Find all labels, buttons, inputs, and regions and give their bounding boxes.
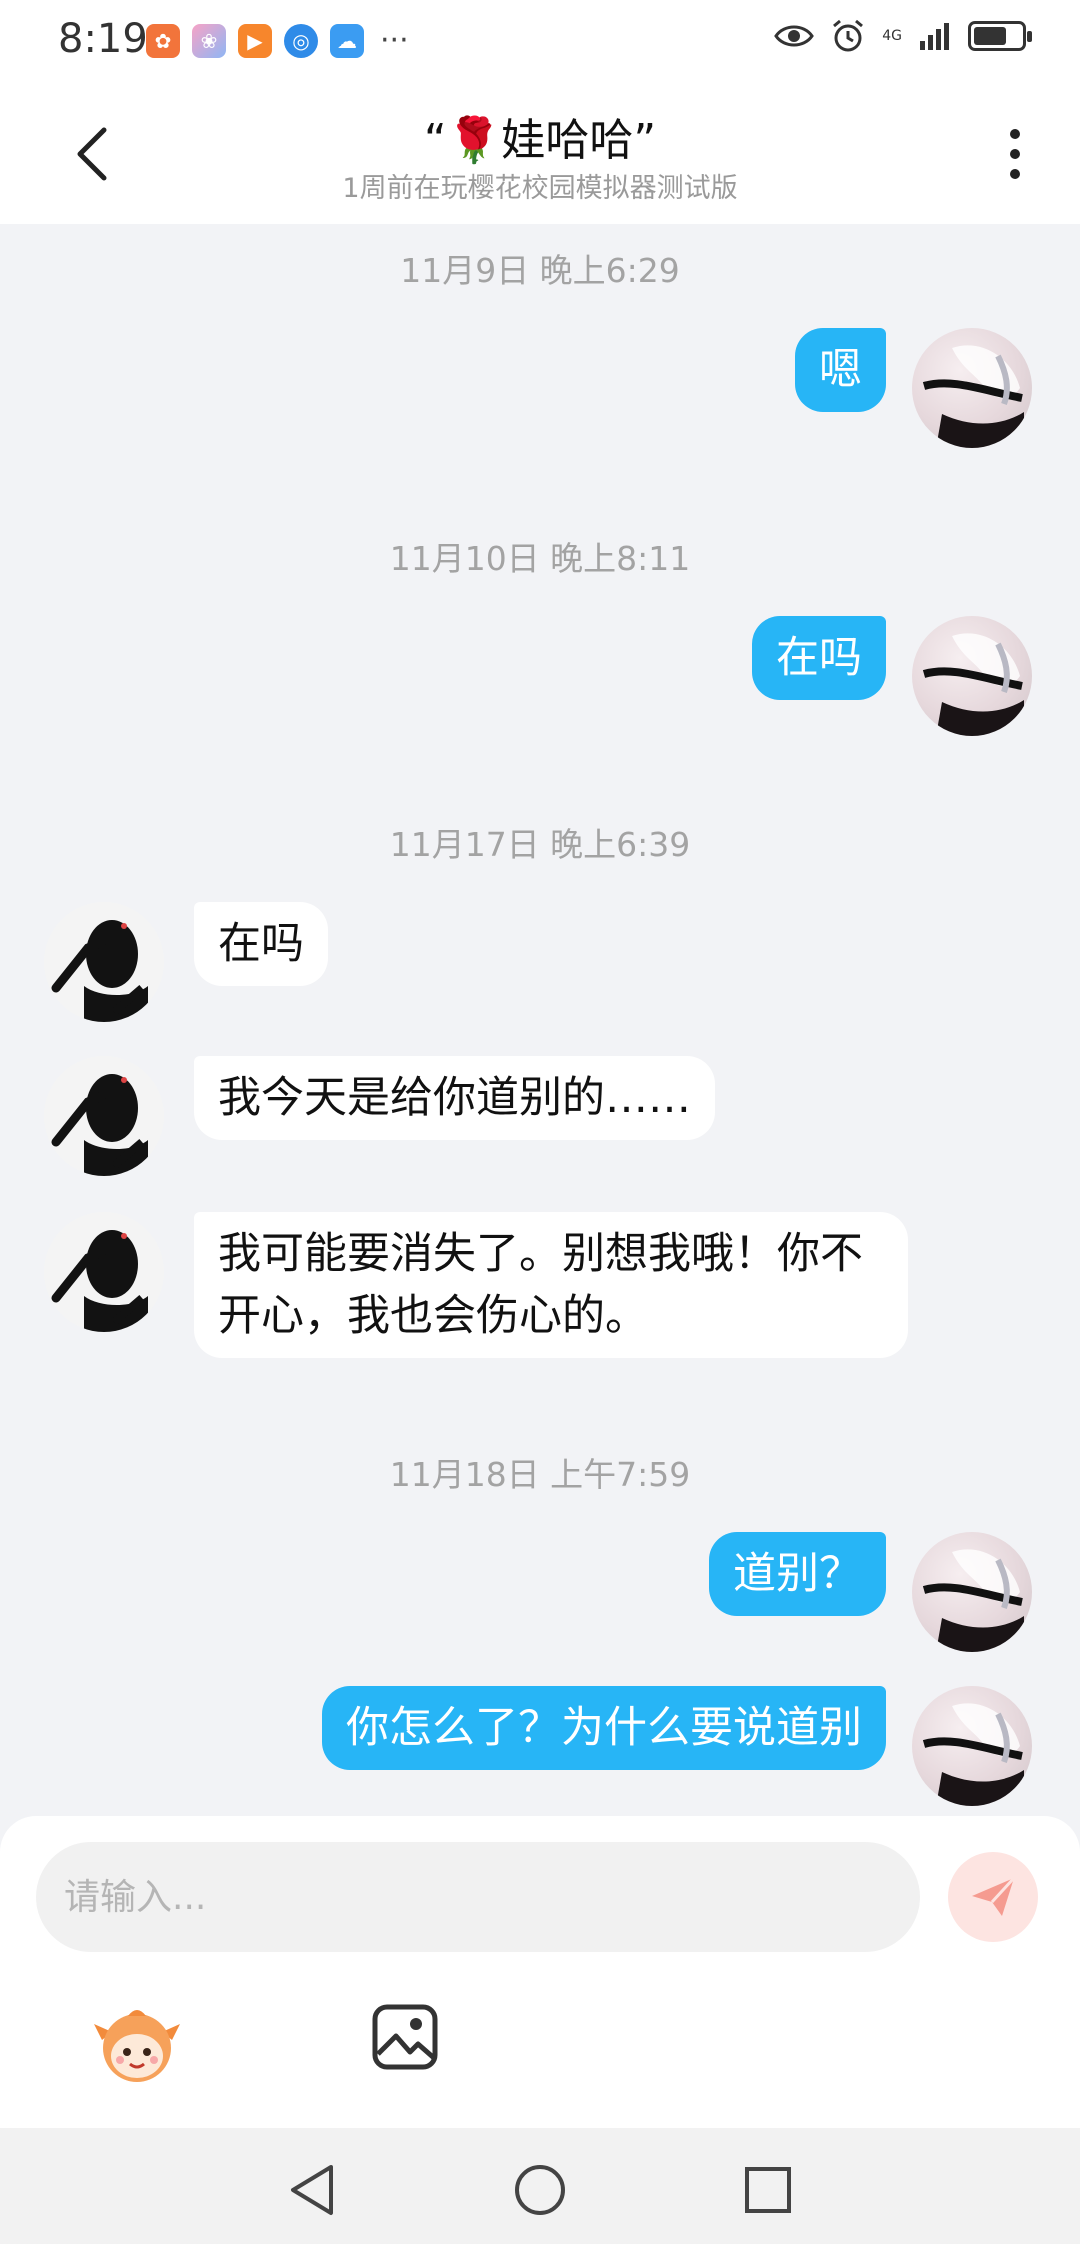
message-bubble-sent[interactable]: 道别？ xyxy=(709,1532,886,1616)
avatar-self-image xyxy=(922,1703,1024,1806)
avatar-other-image xyxy=(51,920,148,1022)
square-recents-icon xyxy=(745,2167,791,2213)
avatar-self-image xyxy=(922,1549,1024,1652)
circle-home-icon xyxy=(515,2165,565,2215)
mascot-sticker-icon xyxy=(94,2010,180,2082)
more-dot-icon xyxy=(1010,169,1020,179)
status-time: 8:19 xyxy=(58,16,148,62)
nav-recents-button[interactable] xyxy=(740,2162,796,2218)
flower-icon: ❀ xyxy=(192,24,226,58)
more-dot-icon xyxy=(1010,129,1020,139)
more-dot-icon xyxy=(1010,149,1020,159)
chat-header: “🌹娃哈哈” 1周前在玩樱花校园模拟器测试版 xyxy=(0,80,1080,224)
triangle-back-icon xyxy=(291,2165,333,2215)
signal-icon xyxy=(920,23,949,50)
message-bubble-sent[interactable]: 你怎么了？为什么要说道别 xyxy=(322,1686,886,1770)
browser-icon: ◎ xyxy=(284,24,318,58)
status-right: 4G xyxy=(774,18,1032,54)
app-icon-orange-icon: ✿ xyxy=(146,24,180,58)
avatar-other[interactable] xyxy=(44,902,164,1022)
sticker-button[interactable] xyxy=(92,2000,182,2090)
message-timestamp: 11月10日 晚上8:11 xyxy=(389,539,691,578)
eye-icon xyxy=(774,25,815,47)
image-icon xyxy=(372,2004,438,2070)
system-nav-bar xyxy=(0,2128,1080,2244)
avatar-other-image xyxy=(51,1230,148,1332)
send-button[interactable] xyxy=(948,1852,1038,1942)
message-bubble-received[interactable]: 我今天是给你道别的…… xyxy=(194,1056,715,1140)
more-options-button[interactable] xyxy=(990,118,1040,190)
avatar-other[interactable] xyxy=(44,1056,164,1176)
status-bar: 8:19 ✿ ❀ ▶ ◎ ☁ ··· 4G xyxy=(0,0,1080,80)
notification-icons: ✿ ❀ ▶ ◎ ☁ ··· xyxy=(146,24,409,58)
network-label: 4G xyxy=(882,28,902,44)
avatar-self-image xyxy=(922,633,1024,736)
avatar-self[interactable] xyxy=(912,328,1032,448)
send-icon xyxy=(972,1876,1016,1916)
message-input[interactable] xyxy=(36,1842,920,1952)
message-bubble-sent[interactable]: 嗯 xyxy=(795,328,886,412)
message-bubble-received[interactable]: 我可能要消失了。别想我哦！你不开心，我也会伤心的。 xyxy=(194,1212,908,1358)
play-icon: ▶ xyxy=(238,24,272,58)
alarm-icon xyxy=(833,19,864,52)
avatar-self-image xyxy=(922,345,1024,448)
image-button[interactable] xyxy=(370,2002,440,2072)
message-list[interactable]: 11月9日 晚上6:29 嗯 11月10日 晚上8:11 在吗 11月17日 晚… xyxy=(0,224,1080,1816)
avatar-other[interactable] xyxy=(44,1212,164,1332)
avatar-self[interactable] xyxy=(912,616,1032,736)
cloud-icon: ☁ xyxy=(330,24,364,58)
avatar-self[interactable] xyxy=(912,1532,1032,1652)
message-timestamp: 11月9日 晚上6:29 xyxy=(400,251,680,290)
nav-back-button[interactable] xyxy=(284,2162,340,2218)
message-timestamp: 11月17日 晚上6:39 xyxy=(389,825,691,864)
battery-fill xyxy=(974,27,1007,45)
message-bubble-received[interactable]: 在吗 xyxy=(194,902,328,986)
battery-icon xyxy=(968,21,1032,51)
avatar-other-image xyxy=(51,1074,148,1176)
message-timestamp: 11月18日 上午7:59 xyxy=(389,1455,691,1494)
avatar-self[interactable] xyxy=(912,1686,1032,1806)
more-notifications: ··· xyxy=(380,23,409,58)
message-bubble-sent[interactable]: 在吗 xyxy=(752,616,886,700)
chat-title[interactable]: “🌹娃哈哈” xyxy=(0,104,1080,168)
chat-subtitle: 1周前在玩樱花校园模拟器测试版 xyxy=(342,173,738,204)
nav-home-button[interactable] xyxy=(512,2162,568,2218)
message-composer xyxy=(0,1816,1080,2128)
